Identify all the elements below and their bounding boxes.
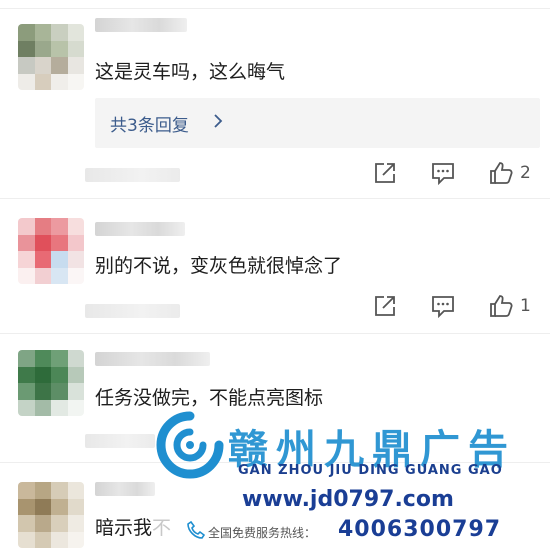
comment-actions: 1 bbox=[0, 293, 550, 319]
comment-icon[interactable] bbox=[430, 293, 456, 319]
comment-actions: 2 bbox=[0, 160, 550, 186]
watermark-hotline-number: 4006300797 bbox=[338, 517, 502, 542]
username-blurred[interactable] bbox=[95, 222, 185, 236]
timestamp-blurred bbox=[85, 434, 155, 448]
avatar[interactable] bbox=[18, 218, 84, 284]
watermark-hotline-label: 全国免费服务热线： bbox=[208, 526, 317, 540]
divider bbox=[0, 333, 550, 334]
comment-text-visible: 暗示我 bbox=[95, 517, 153, 539]
like-count: 1 bbox=[520, 296, 531, 316]
comment-text: 别的不说，变灰色就很悼念了 bbox=[95, 255, 343, 277]
avatar[interactable] bbox=[18, 350, 84, 416]
username-blurred[interactable] bbox=[95, 352, 210, 366]
share-icon[interactable] bbox=[372, 160, 398, 186]
watermark-url: www.jd0797.com bbox=[242, 487, 454, 512]
thumbs-up-icon[interactable] bbox=[488, 160, 514, 186]
username-blurred[interactable] bbox=[95, 482, 155, 496]
divider bbox=[0, 198, 550, 199]
watermark-pinyin: GAN ZHOU JIU DING GUANG GAO bbox=[238, 463, 503, 478]
comment-text: 这是灵车吗，这么晦气 bbox=[95, 61, 286, 83]
avatar[interactable] bbox=[18, 24, 84, 90]
username-blurred[interactable] bbox=[95, 18, 187, 32]
phone-icon bbox=[187, 520, 206, 539]
watermark-overlay: 赣州九鼎广告 GAN ZHOU JIU DING GUANG GAO www.j… bbox=[150, 405, 550, 555]
reply-summary-box[interactable]: 共3条回复 bbox=[95, 98, 540, 148]
watermark-logo-icon bbox=[156, 411, 224, 479]
chevron-right-icon bbox=[214, 114, 223, 128]
comment-icon[interactable] bbox=[430, 160, 456, 186]
top-divider bbox=[0, 8, 550, 9]
share-icon[interactable] bbox=[372, 293, 398, 319]
like-count: 2 bbox=[520, 163, 531, 183]
avatar[interactable] bbox=[18, 482, 84, 548]
thumbs-up-icon[interactable] bbox=[488, 293, 514, 319]
reply-count-link[interactable]: 共3条回复 bbox=[110, 111, 189, 136]
